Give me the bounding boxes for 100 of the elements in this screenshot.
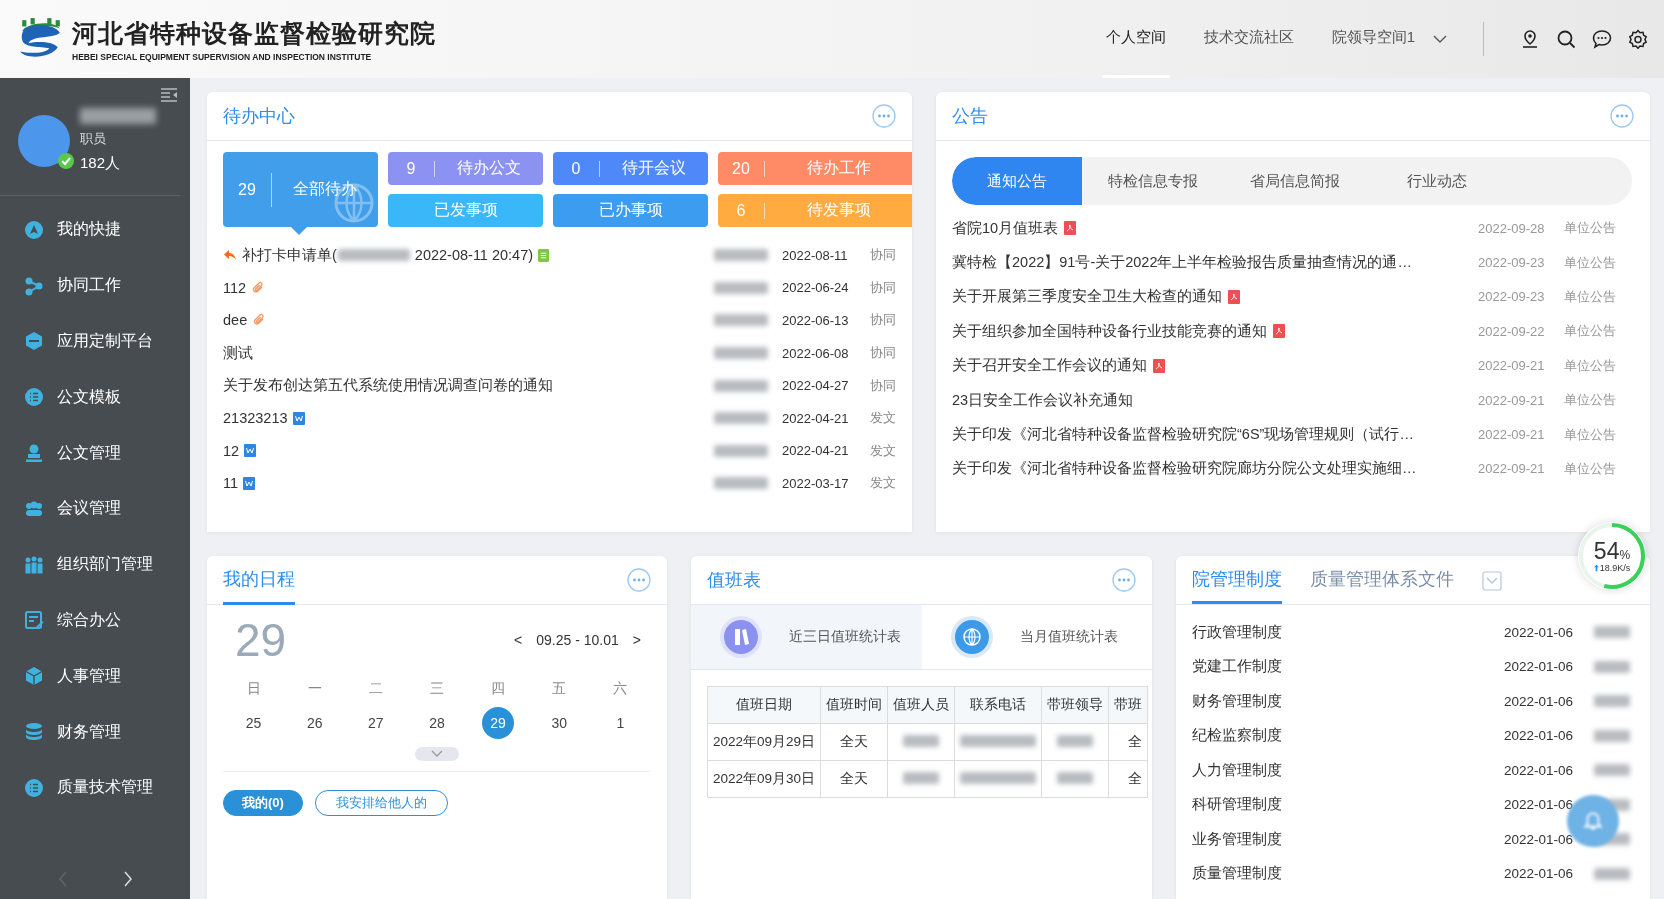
more-icon[interactable]: [1610, 104, 1634, 128]
settings-icon[interactable]: [1628, 29, 1648, 49]
nav-tab[interactable]: 个人空间: [1101, 0, 1170, 78]
notice-row[interactable]: 省院10月值班表 2022-09-28 单位公告: [952, 211, 1634, 246]
notice-title: 关于印发《河北省特种设备监督检验研究院廊坊分院公文处理实施细…: [952, 459, 1417, 479]
week-range: 09.25 - 10.01: [536, 632, 619, 648]
dropdown-icon[interactable]: [1482, 571, 1502, 591]
todo-row[interactable]: 21323213 2022-04-21 发文: [223, 401, 896, 435]
schedule-filter-button[interactable]: 我安排给他人的: [314, 790, 448, 816]
expand-chevron-icon[interactable]: [415, 747, 459, 761]
notice-row[interactable]: 关于开展第三季度安全卫生大检查的通知 2022-09-23 单位公告: [952, 279, 1634, 315]
blurred-text: [714, 281, 768, 294]
chat-icon[interactable]: [1592, 29, 1612, 49]
sidebar-item[interactable]: 财务管理: [0, 704, 190, 760]
todo-date: 2022-06-13: [782, 313, 850, 328]
location-pin-icon[interactable]: [1520, 29, 1540, 49]
sidebar-item[interactable]: 综合办公: [0, 592, 190, 649]
sidebar-item[interactable]: 人事管理: [0, 648, 190, 705]
calendar-day[interactable]: 28: [421, 707, 453, 739]
more-icon[interactable]: [872, 104, 896, 128]
notice-category: 单位公告: [1564, 356, 1617, 375]
todo-row[interactable]: 关于发布创达第五代系统使用情况调查问卷的通知 2022-04-27 协同: [223, 369, 896, 402]
weekday-label: 二: [368, 679, 383, 698]
table-cell: 全: [1108, 723, 1148, 761]
sidebar-item[interactable]: 公文管理: [0, 425, 190, 481]
institute-name: 河北省特种设备监督检验研究院: [72, 17, 436, 49]
chevron-left-icon[interactable]: [57, 871, 68, 887]
rule-title: 行政管理制度: [1192, 622, 1283, 642]
sidebar-item[interactable]: 应用定制平台: [0, 313, 190, 370]
sidebar-item[interactable]: 协同工作: [0, 257, 190, 314]
notice-category: 单位公告: [1564, 219, 1617, 238]
collapse-menu-icon[interactable]: [160, 88, 178, 102]
notice-tab[interactable]: 特检信息专报: [1082, 157, 1224, 205]
notice-row[interactable]: 关于印发《河北省特种设备监督检验研究院廊坊分院公文处理实施细… 2022-09-21 单位公告: [952, 451, 1634, 487]
roster-tab[interactable]: 近三日值班统计表: [691, 605, 922, 669]
sidebar-item[interactable]: 我的快捷: [0, 202, 190, 258]
todo-row[interactable]: 测试 2022-06-08 协同: [223, 336, 896, 370]
notice-row[interactable]: 冀特检【2022】91号-关于2022年上半年检验报告质量抽查情况的通… 2022-09-23 单位公告: [952, 245, 1634, 280]
search-icon[interactable]: [1556, 29, 1576, 49]
panel-title: 公告: [952, 105, 988, 128]
notice-tab[interactable]: 行业动态: [1366, 157, 1508, 205]
notice-tab[interactable]: 通知公告: [952, 157, 1082, 205]
usage-percent: 54%: [1593, 539, 1631, 563]
blurred-text: [1594, 626, 1630, 639]
notice-category: 单位公告: [1564, 253, 1617, 272]
calendar-day[interactable]: 30: [543, 707, 576, 739]
todo-title: 12: [223, 442, 240, 459]
roster-tab[interactable]: 当月值班统计表: [921, 605, 1152, 669]
blurred-text: [714, 249, 768, 262]
chevron-right-icon[interactable]: [122, 871, 133, 887]
notice-tab[interactable]: 省局信息简报: [1224, 157, 1366, 205]
next-week-arrow[interactable]: >: [632, 632, 641, 648]
blurred-text: [1057, 734, 1094, 747]
todo-date: 2022-08-11: [782, 247, 849, 263]
rule-date: 2022-01-06: [1504, 831, 1575, 847]
sidebar-item[interactable]: 质量技术管理: [0, 759, 190, 816]
up-arrow-icon: [1593, 563, 1599, 572]
rules-row[interactable]: 质量管理制度 2022-01-06: [1192, 856, 1634, 891]
todo-title: 21323213: [223, 410, 288, 427]
table-cell: 2022年09月29日: [707, 723, 821, 761]
rules-row[interactable]: 纪检监察制度 2022-01-06: [1192, 718, 1634, 753]
weekday-label: 一: [307, 679, 322, 698]
blurred-text: [714, 314, 768, 327]
nav-tab[interactable]: 技术交流社区: [1199, 0, 1298, 78]
todo-row[interactable]: dee 2022-06-13 协同: [223, 304, 896, 337]
more-icon[interactable]: [1112, 568, 1136, 592]
notice-row[interactable]: 23日安全工作会议补充通知 2022-09-21 单位公告: [952, 382, 1634, 418]
notice-row[interactable]: 关于组织参加全国特种设备行业技能竞赛的通知 2022-09-22 单位公告: [952, 314, 1634, 349]
sidebar-item[interactable]: 会议管理: [0, 481, 190, 537]
globe-icon: [949, 615, 994, 659]
notice-row[interactable]: 关于召开安全工作会议的通知 2022-09-21 单位公告: [952, 348, 1634, 383]
notice-category: 单位公告: [1564, 425, 1617, 444]
todo-row[interactable]: 112 2022-06-24 协同: [223, 271, 896, 305]
notice-row[interactable]: 关于印发《河北省特种设备监督检验研究院“6S”现场管理规则（试行… 2022-09-21 单位公告: [952, 417, 1634, 452]
notice-title: 关于组织参加全国特种设备行业技能竞赛的通知: [952, 321, 1267, 341]
panel-title: 我的日程: [223, 556, 295, 605]
calendar-day[interactable]: 26: [298, 707, 331, 739]
sidebar-item[interactable]: 公文模板: [0, 369, 190, 426]
rules-row[interactable]: 党建工作制度 2022-01-06: [1192, 649, 1634, 684]
rules-row[interactable]: 财务管理制度 2022-01-06: [1192, 684, 1634, 719]
calendar-day[interactable]: 25: [237, 707, 270, 739]
blurred-text: [903, 734, 940, 747]
todo-row[interactable]: 11 2022-03-17 发文: [223, 467, 896, 500]
calendar-day[interactable]: 27: [359, 707, 392, 739]
rule-date: 2022-01-06: [1504, 624, 1575, 640]
calendar-day[interactable]: 1: [604, 707, 637, 739]
table-cell: 全: [1108, 760, 1148, 798]
nav-tab[interactable]: 院领导空间1: [1327, 0, 1419, 78]
todo-row[interactable]: 补打卡申请单( 2022-08-11 20:47) 2022-08-11 协同: [223, 239, 896, 272]
rules-row[interactable]: 人力管理制度 2022-01-06: [1192, 753, 1634, 788]
menu-item-icon: [24, 443, 44, 464]
sidebar-item[interactable]: 组织部门管理: [0, 536, 190, 593]
column-header: 带班领导: [1041, 686, 1109, 724]
notice-date: 2022-09-21: [1478, 358, 1546, 374]
chevron-down-icon[interactable]: [1433, 35, 1447, 43]
more-icon[interactable]: [627, 568, 651, 592]
todo-title: 补打卡申请单(: [242, 245, 337, 265]
todo-row[interactable]: 12 2022-04-21 发文: [223, 434, 896, 468]
rules-row[interactable]: 行政管理制度 2022-01-06: [1192, 615, 1634, 650]
previous-week-arrow[interactable]: <: [514, 632, 523, 648]
